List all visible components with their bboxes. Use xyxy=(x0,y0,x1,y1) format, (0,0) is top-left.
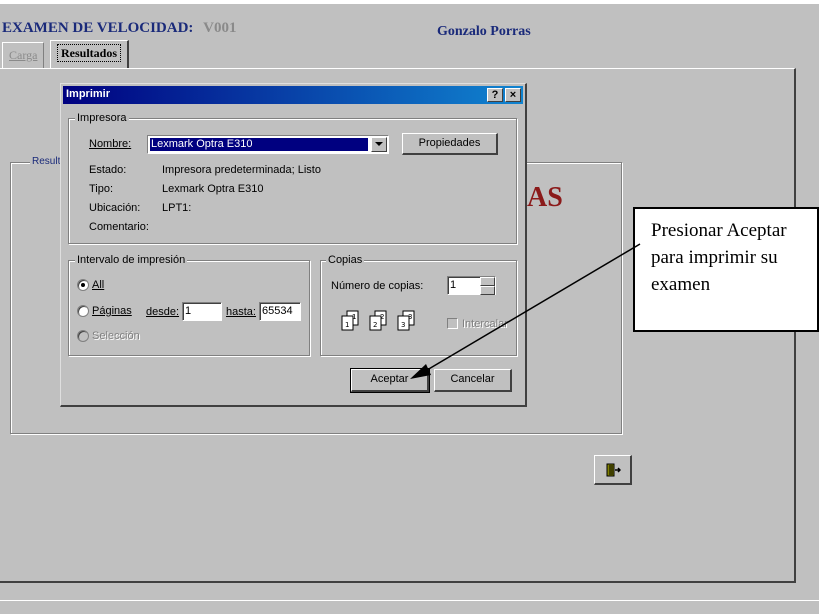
accept-button[interactable]: Aceptar xyxy=(350,368,430,393)
help-button[interactable]: ? xyxy=(487,88,503,102)
copies-group xyxy=(320,260,517,356)
from-label-text: desde: xyxy=(146,306,180,318)
spin-up-button[interactable] xyxy=(480,277,495,286)
printer-name-value: Lexmark Optra E310 xyxy=(150,138,368,151)
location-value: LPT1: xyxy=(162,202,192,214)
radio-pages-label: Páginas xyxy=(92,305,132,317)
to-label: hasta: xyxy=(226,306,256,318)
type-label: Tipo: xyxy=(89,183,114,195)
exam-code: V001 xyxy=(203,20,237,36)
collate-checkbox xyxy=(447,318,458,329)
result-big-text: AS xyxy=(527,182,563,213)
radio-selection-label: Selección xyxy=(92,330,140,342)
collate-pages-icon: 1 1 2 2 3 3 xyxy=(341,310,415,331)
collate-page-3-front: 3 xyxy=(401,321,405,329)
user-name: Gonzalo Porras xyxy=(437,24,531,39)
collate-page-3-back: 3 xyxy=(408,313,412,321)
tab-resultados-label: Resultados xyxy=(57,44,122,62)
top-border-line xyxy=(0,0,819,4)
app-title-label: EXAMEN DE VELOCIDAD: xyxy=(2,20,194,36)
exit-door-icon xyxy=(606,463,621,476)
printer-name-label: Nombre: xyxy=(89,138,131,150)
close-button[interactable]: × xyxy=(505,88,521,102)
properties-button[interactable]: Propiedades xyxy=(402,133,498,155)
collate-page-2-front: 2 xyxy=(373,321,377,329)
dialog-title: Imprimir xyxy=(66,88,111,100)
results-group-label: Result xyxy=(30,156,63,167)
copies-count-label: Número de copias: xyxy=(331,280,424,292)
to-label-text: hasta: xyxy=(226,306,256,318)
exit-button[interactable] xyxy=(594,455,632,485)
from-input[interactable]: 1 xyxy=(182,302,222,321)
radio-selection xyxy=(77,330,89,342)
collate-page-2-back: 2 xyxy=(380,313,384,321)
app-title: EXAMEN DE VELOCIDAD: V001 xyxy=(2,20,237,37)
radio-all-label: All xyxy=(92,279,104,291)
comment-label: Comentario: xyxy=(89,221,149,233)
bottom-border-line xyxy=(0,600,819,601)
radio-all[interactable] xyxy=(77,279,89,291)
printer-name-label-text: Nombre: xyxy=(89,138,132,150)
chevron-down-icon[interactable] xyxy=(371,137,387,152)
spin-down-button[interactable] xyxy=(480,286,495,295)
to-input[interactable]: 65534 xyxy=(259,302,301,321)
dialog-titlebar[interactable]: Imprimir ? × xyxy=(63,86,523,104)
type-value: Lexmark Optra E310 xyxy=(162,183,264,195)
print-range-group-label: Intervalo de impresión xyxy=(75,254,188,266)
collate-page-1-back: 1 xyxy=(352,313,356,321)
radio-pages[interactable] xyxy=(77,305,89,317)
collate-page-1-front: 1 xyxy=(345,321,349,329)
radio-pages-label-text: Páginas xyxy=(92,305,132,317)
from-label: desde: xyxy=(146,306,179,318)
status-value: Impresora predeterminada; Listo xyxy=(162,164,321,176)
printer-group-label: Impresora xyxy=(75,112,129,124)
printer-name-select[interactable]: Lexmark Optra E310 xyxy=(147,135,389,154)
print-dialog: Imprimir ? × Impresora Nombre: Lexmark O… xyxy=(60,83,527,407)
status-label: Estado: xyxy=(89,164,127,176)
tab-resultados[interactable]: Resultados xyxy=(50,40,130,69)
cancel-button[interactable]: Cancelar xyxy=(434,369,512,392)
location-label: Ubicación: xyxy=(89,202,141,214)
instruction-callout: Presionar Aceptar para imprimir su exame… xyxy=(633,207,819,332)
tab-carga[interactable]: Carga xyxy=(2,42,45,68)
copies-group-label: Copias xyxy=(326,254,365,266)
radio-all-label-text: All xyxy=(92,279,105,291)
collate-label: Intercalar xyxy=(462,318,508,330)
